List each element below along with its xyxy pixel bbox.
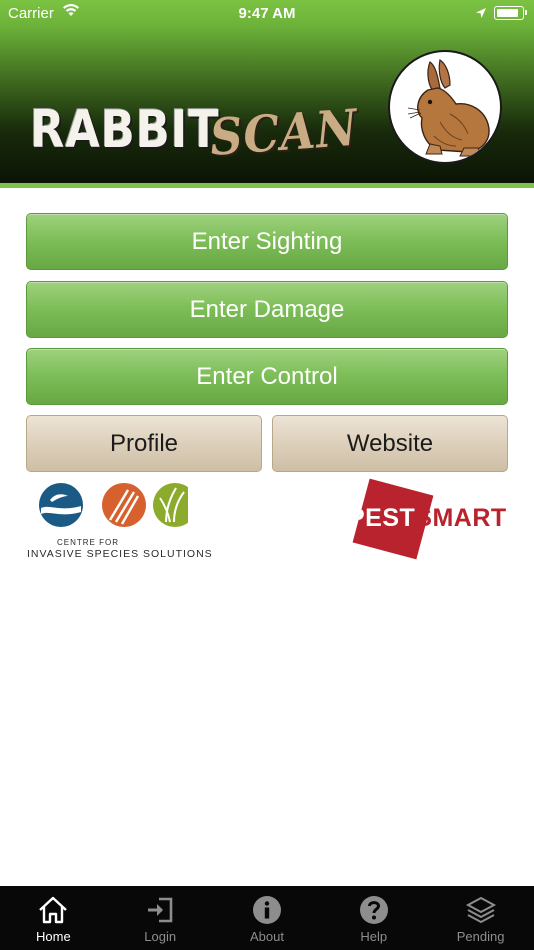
rabbit-logo-badge — [388, 50, 502, 164]
cisr-line-1: CENTRE FOR — [57, 538, 119, 547]
tab-about[interactable]: About — [214, 886, 321, 950]
tab-about-label: About — [250, 929, 284, 944]
profile-label: Profile — [109, 429, 179, 457]
tab-login-label: Login — [144, 929, 177, 944]
battery-level — [496, 8, 519, 17]
cisr-emblem — [39, 483, 188, 527]
enter-control-label: Enter Control — [196, 362, 338, 390]
enter-damage-label: Enter Damage — [189, 295, 345, 323]
pestsmart-logo: PESTSMART — [348, 478, 510, 560]
website-label: Website — [346, 429, 434, 457]
tab-home[interactable]: Home — [0, 886, 107, 950]
info-icon — [251, 894, 283, 926]
cisr-line-2: INVASIVE SPECIES SOLUTIONS — [27, 548, 213, 560]
enter-sighting-button[interactable]: Enter Sighting — [26, 213, 508, 270]
tab-home-label: Home — [36, 929, 71, 944]
tab-help-label: Help — [360, 929, 388, 944]
tab-bar: Home Login About Help Pending — [0, 886, 534, 950]
rabbit-icon — [407, 59, 490, 157]
tab-login[interactable]: Login — [107, 886, 214, 950]
tab-pending-label: Pending — [456, 929, 505, 944]
battery-icon — [494, 6, 527, 20]
clock: 9:47 AM — [238, 5, 296, 22]
enter-control-button[interactable]: Enter Control — [26, 348, 508, 405]
tab-help[interactable]: Help — [320, 886, 427, 950]
tab-pending[interactable]: Pending — [427, 886, 534, 950]
pestsmart-word-smart: SMART — [415, 504, 507, 532]
app-header: Carrier 9:47 AM RABBIT SCAN — [0, 0, 534, 188]
home-icon — [37, 894, 69, 926]
pestsmart-word-pest: PEST — [348, 504, 416, 532]
enter-damage-button[interactable]: Enter Damage — [26, 281, 508, 338]
enter-sighting-label: Enter Sighting — [191, 227, 343, 255]
pestsmart-wordmark: PESTSMART — [348, 504, 507, 533]
location-arrow-icon — [475, 6, 487, 23]
login-icon — [144, 894, 176, 926]
logo-word-rabbit: RABBIT — [30, 100, 220, 160]
profile-button[interactable]: Profile — [26, 415, 262, 472]
layers-icon — [465, 894, 497, 926]
status-bar: Carrier 9:47 AM — [0, 0, 534, 28]
website-button[interactable]: Website — [272, 415, 508, 472]
help-icon — [358, 894, 390, 926]
logo-word-scan: SCAN — [208, 97, 360, 167]
